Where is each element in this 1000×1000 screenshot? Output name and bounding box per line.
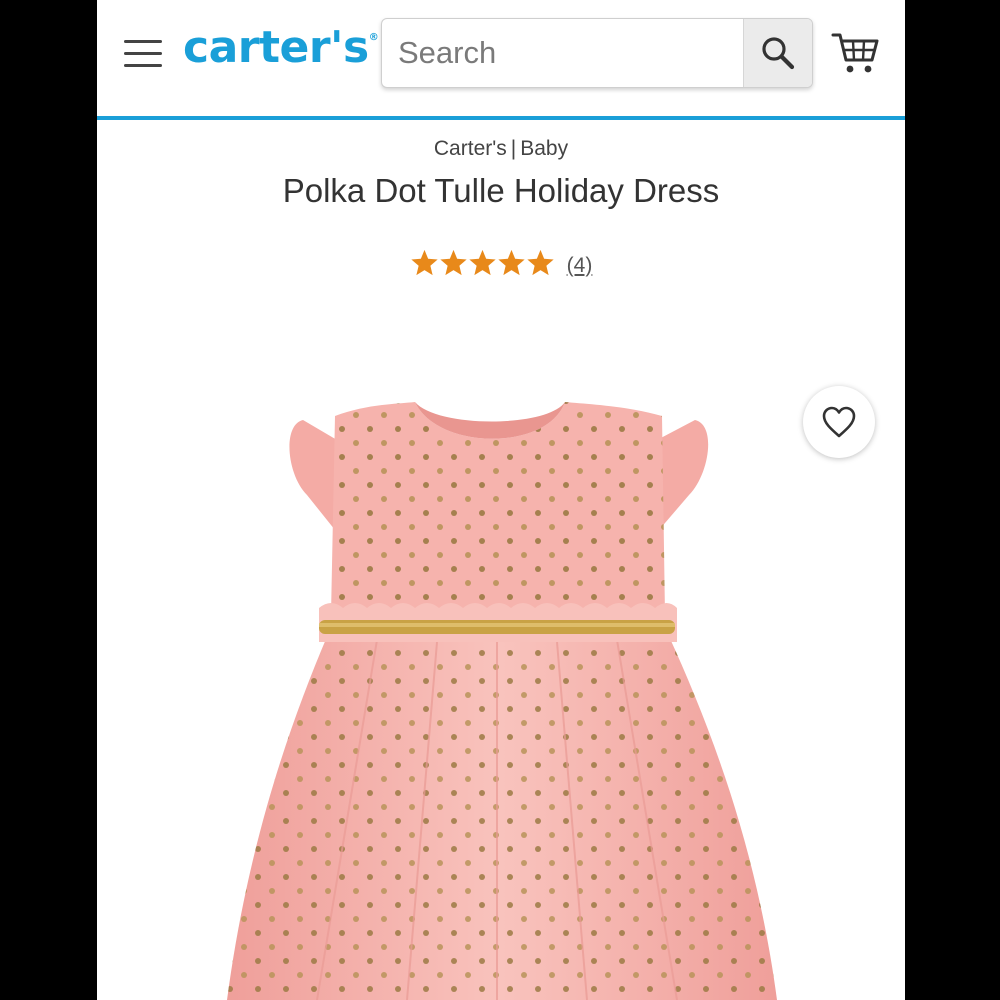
search-input[interactable] [382, 19, 742, 87]
favorite-button[interactable] [803, 386, 875, 458]
shopping-cart-icon [831, 33, 879, 73]
breadcrumb-separator: | [510, 137, 517, 160]
search-bar [381, 18, 813, 88]
left-sleeve [289, 420, 337, 530]
rating-stars [410, 248, 555, 283]
review-count-link[interactable]: (4) [567, 254, 593, 278]
right-sleeve [657, 420, 709, 530]
cart-button[interactable] [831, 30, 881, 78]
breadcrumb-category[interactable]: Baby [520, 137, 568, 160]
product-image [97, 380, 905, 1000]
carters-logo[interactable]: carter's® [183, 22, 379, 73]
star-icon [527, 249, 554, 276]
star-icon [498, 249, 525, 276]
product-title: Polka Dot Tulle Holiday Dress [282, 172, 720, 209]
hamburger-menu-icon[interactable] [124, 40, 164, 68]
breadcrumb: Carter's | Baby [97, 137, 905, 161]
dress-illustration [227, 402, 777, 1000]
star-icon [411, 249, 438, 276]
heart-outline-icon [822, 406, 856, 438]
magnifier-icon [762, 37, 795, 70]
top-bar: carter's® [97, 0, 905, 120]
search-button[interactable] [743, 19, 812, 87]
product-rating: (4) [97, 248, 905, 283]
breadcrumb-brand[interactable]: Carter's [434, 137, 507, 160]
star-icon [440, 249, 467, 276]
star-icon [469, 249, 496, 276]
mobile-page: carter's® Carter's|Baby Polka Do [97, 0, 905, 1000]
